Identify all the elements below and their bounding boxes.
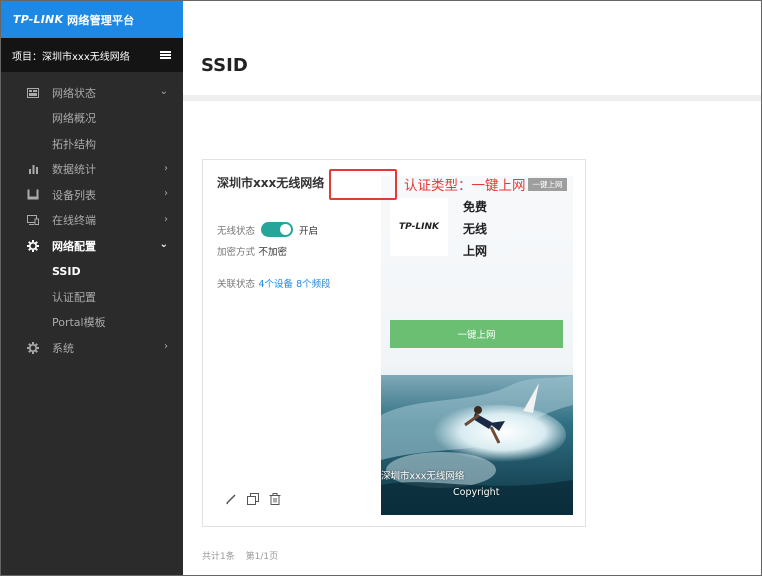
sidebar-item-portal-template[interactable]: Portal模板 — [1, 310, 183, 336]
chevron-right-icon: › — [164, 188, 168, 199]
gear-icon — [26, 239, 40, 253]
ssid-card: 深圳市xxx无线网络 无线状态 开启 加密方式 不加密 关联状态 4个设备 8个… — [202, 159, 586, 527]
delete-icon[interactable] — [269, 493, 281, 505]
edit-icon[interactable] — [225, 493, 237, 505]
pagination-page: 第1/1页 — [245, 552, 279, 562]
wireless-status-value: 开启 — [299, 225, 319, 237]
project-selector[interactable]: 项目：深圳市xxx无线网络 — [1, 38, 183, 72]
sidebar-item-label: Portal模板 — [52, 316, 106, 330]
bar-chart-icon — [26, 162, 40, 176]
sidebar-item-label: 网络概况 — [52, 112, 96, 126]
sidebar: TP-LINK 网络管理平台 项目：深圳市xxx无线网络 网络状态 ⌄ 网络概况… — [1, 1, 183, 575]
chevron-down-icon: ⌄ — [159, 239, 168, 250]
chevron-right-icon: › — [164, 213, 168, 225]
brand-title: 网络管理平台 — [67, 13, 135, 27]
ssid-name: 深圳市xxx无线网络 — [217, 176, 325, 190]
sidebar-item-label: 认证配置 — [52, 290, 96, 304]
chevron-right-icon: › — [164, 341, 168, 352]
sidebar-item-label: SSID — [52, 264, 81, 278]
sidebar-item-statistics[interactable]: 数据统计 › — [1, 157, 183, 183]
preview-logo-box: TP-LINK — [390, 198, 448, 256]
portal-preview: TP-LINK 免费 无线 上网 一键上网 深圳市xxx无线网络 Copyrig… — [381, 176, 573, 515]
association-row: 关联状态 4个设备 8个频段 — [217, 276, 331, 290]
brand-logo: TP-LINK — [13, 13, 64, 26]
encryption-value: 不加密 — [258, 247, 288, 258]
wireless-status-row: 无线状态 开启 — [217, 222, 318, 237]
preview-slogan-line: 上网 — [463, 244, 488, 258]
card-actions — [225, 493, 281, 505]
encryption-label: 加密方式 — [217, 247, 256, 258]
sidebar-item-online-clients[interactable]: 在线终端 › — [1, 208, 183, 234]
preview-footer-text: 深圳市xxx无线网络 — [381, 471, 465, 482]
sidebar-menu: 网络状态 ⌄ 网络概况 拓扑结构 数据统计 › 设备列表 › 在线终端 › 网络… — [1, 80, 183, 361]
encryption-row: 加密方式 不加密 — [217, 244, 287, 258]
sidebar-item-device-list[interactable]: 设备列表 › — [1, 182, 183, 208]
sidebar-item-system[interactable]: 系统 › — [1, 335, 183, 361]
wireless-toggle[interactable] — [261, 222, 294, 237]
gear-icon — [26, 341, 40, 355]
sidebar-item-label: 拓扑结构 — [52, 137, 96, 151]
dashboard-icon — [26, 86, 40, 100]
preview-logo: TP-LINK — [399, 222, 439, 232]
project-label: 项目：深圳市xxx无线网络 — [12, 51, 130, 63]
annotation-text: 认证类型：一键上网 — [404, 178, 526, 194]
pagination-total: 共计1条 — [202, 552, 235, 562]
sidebar-item-network-status[interactable]: 网络状态 ⌄ — [1, 80, 183, 106]
wireless-status-label: 无线状态 — [217, 225, 256, 237]
association-link[interactable]: 4个设备 8个频段 — [259, 279, 331, 290]
main-content: SSID 深圳市xxx无线网络 无线状态 开启 加密方式 不加密 关联状态 4个… — [183, 1, 761, 575]
association-label: 关联状态 — [217, 279, 256, 290]
one-click-connect-button[interactable]: 一键上网 — [390, 320, 563, 348]
monitor-icon — [26, 213, 40, 227]
sidebar-item-network-overview[interactable]: 网络概况 — [1, 106, 183, 132]
sidebar-item-auth-config[interactable]: 认证配置 — [1, 284, 183, 310]
sidebar-item-network-config[interactable]: 网络配置 ⌄ — [1, 233, 183, 259]
chevron-down-icon: ⌄ — [159, 86, 168, 97]
preview-slogan-line: 免费 — [463, 200, 488, 214]
device-list-icon — [26, 188, 40, 202]
copy-icon[interactable] — [247, 493, 259, 505]
auth-type-badge: 一键上网 — [528, 178, 567, 191]
preview-copyright: Copyright — [453, 487, 500, 498]
title-divider — [183, 95, 761, 101]
brand-bar: TP-LINK 网络管理平台 — [1, 1, 183, 38]
chevron-right-icon: › — [164, 162, 168, 174]
menu-toggle-icon[interactable] — [160, 51, 171, 59]
pagination: 共计1条 第1/1页 — [202, 549, 278, 562]
preview-slogan-line: 无线 — [463, 222, 488, 236]
page-title: SSID — [201, 55, 248, 76]
sidebar-item-topology[interactable]: 拓扑结构 — [1, 131, 183, 157]
preview-slogan: 免费 无线 上网 — [463, 196, 487, 262]
sidebar-item-ssid[interactable]: SSID — [1, 259, 183, 285]
